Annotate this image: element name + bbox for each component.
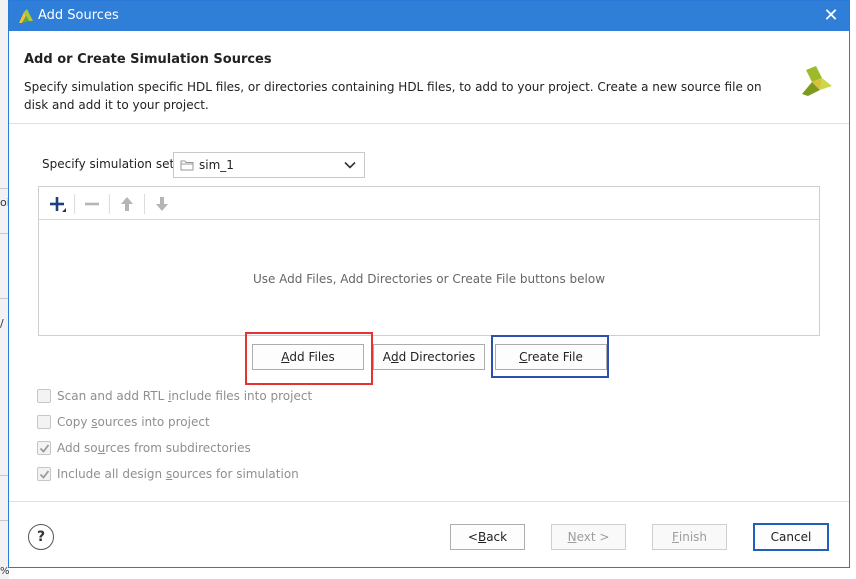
button-label: ack [486, 530, 508, 544]
button-label: ext > [576, 530, 610, 544]
checkbox-box[interactable] [37, 389, 51, 403]
button-mnemonic: B [477, 530, 487, 544]
checkmark-icon [39, 470, 50, 479]
vivado-logo-icon [19, 9, 33, 23]
next-button[interactable]: Next > [551, 524, 626, 550]
create-file-button[interactable]: Create File [495, 344, 607, 370]
close-button[interactable]: ✕ [817, 3, 845, 29]
empty-list-message: Use Add Files, Add Directories or Create… [252, 272, 606, 286]
header-divider [9, 123, 849, 124]
button-mnemonic: A [281, 350, 290, 364]
help-icon: ? [36, 529, 46, 545]
button-label: d Directories [398, 350, 476, 364]
checkmark-icon [39, 444, 50, 453]
simulation-set-value: sim_1 [199, 158, 234, 172]
close-icon: ✕ [823, 5, 839, 26]
button-mnemonic: d [390, 350, 399, 364]
checkbox-box[interactable] [37, 441, 51, 455]
add-subdirectories-checkbox[interactable]: Add sources from subdirectories [37, 439, 251, 457]
add-sources-dialog: Add Sources ✕ Add or Create Simulation S… [8, 0, 850, 568]
title-bar[interactable]: Add Sources ✕ [9, 1, 849, 31]
simulation-set-label: Specify simulation set: [42, 157, 179, 171]
button-label: Cancel [770, 530, 812, 544]
files-toolbar [39, 187, 819, 220]
folder-icon [180, 160, 194, 171]
checkbox-label: Copy sources into project [57, 415, 210, 429]
add-files-button[interactable]: Add Files [252, 344, 364, 370]
help-button[interactable]: ? [28, 524, 54, 550]
toolbar-separator [109, 194, 110, 214]
window-title: Add Sources [38, 8, 119, 23]
button-label: inish [678, 530, 708, 544]
button-mnemonic: N [567, 530, 577, 544]
checkbox-box[interactable] [37, 467, 51, 481]
simulation-set-dropdown[interactable]: sim_1 [173, 152, 365, 178]
add-directories-button[interactable]: Add Directories [373, 344, 485, 370]
background-text: / [0, 317, 4, 330]
add-icon[interactable] [48, 195, 66, 213]
page-title: Add or Create Simulation Sources [24, 52, 272, 67]
toolbar-separator [144, 194, 145, 214]
checkbox-label: Add sources from subdirectories [57, 441, 251, 455]
vivado-logo-icon [802, 66, 832, 96]
scan-rtl-include-checkbox[interactable]: Scan and add RTL include files into proj… [37, 387, 312, 405]
remove-icon[interactable] [83, 195, 101, 213]
button-mnemonic: F [671, 530, 679, 544]
button-label: reate File [527, 350, 583, 364]
button-label: A [382, 350, 391, 364]
page-description: Specify simulation specific HDL files, o… [24, 80, 762, 112]
chevron-down-icon [344, 161, 356, 169]
move-up-icon[interactable] [118, 195, 136, 213]
finish-button[interactable]: Finish [652, 524, 727, 550]
source-files-list[interactable]: Use Add Files, Add Directories or Create… [38, 186, 820, 336]
back-button[interactable]: < Back [450, 524, 525, 550]
toolbar-separator [74, 194, 75, 214]
button-label: dd Files [289, 350, 335, 364]
include-design-sources-checkbox[interactable]: Include all design sources for simulatio… [37, 465, 299, 483]
checkbox-label: Include all design sources for simulatio… [57, 467, 299, 481]
checkbox-label: Scan and add RTL include files into proj… [57, 389, 313, 403]
copy-sources-checkbox[interactable]: Copy sources into project [37, 413, 210, 431]
button-mnemonic: C [519, 350, 528, 364]
footer-divider [9, 501, 849, 502]
move-down-icon[interactable] [153, 195, 171, 213]
cancel-button[interactable]: Cancel [753, 523, 829, 551]
checkbox-box[interactable] [37, 415, 51, 429]
button-label: < [467, 530, 478, 544]
